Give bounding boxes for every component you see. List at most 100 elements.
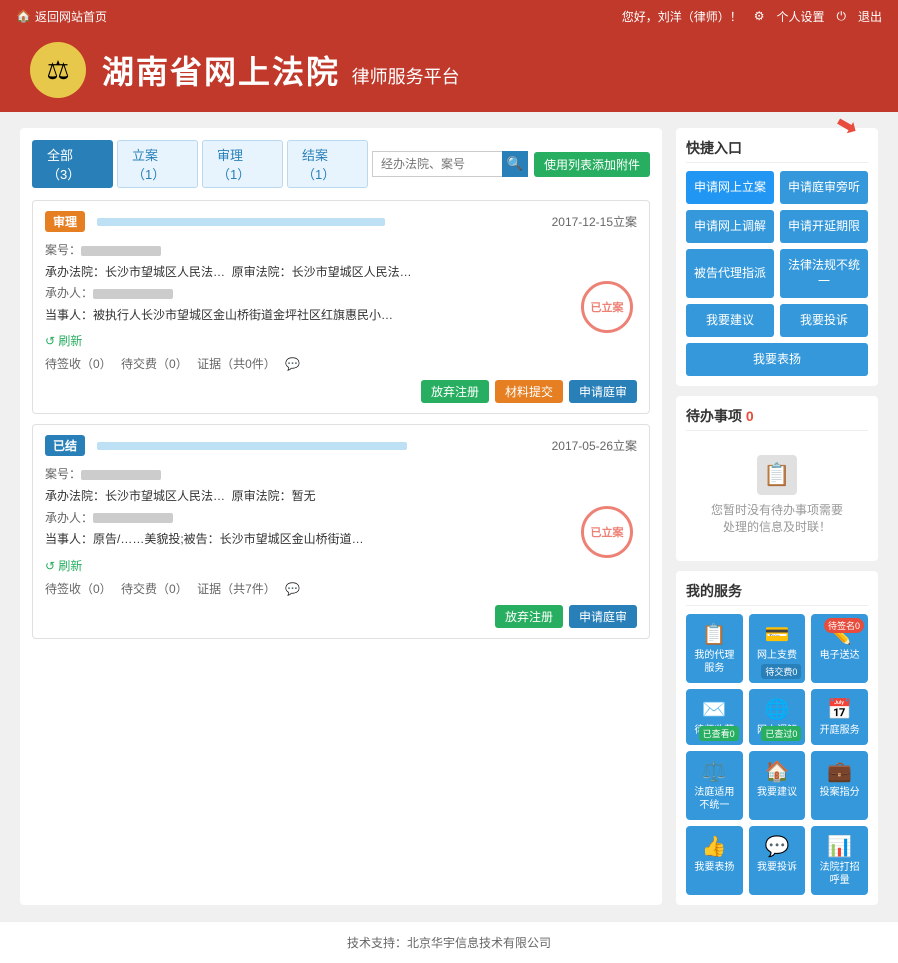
collect-badge: 已查看0 [699,726,739,741]
service-sign[interactable]: ✏️ 电子送达 待签名0 [811,614,868,683]
site-title: 湖南省网上法院 [102,54,340,90]
sign-label: 电子送达 [815,649,864,662]
agent-icon: 📋 [690,622,739,647]
agent-label: 我的代理服务 [690,649,739,675]
tab-trial[interactable]: 审理（1） [202,140,283,188]
case-status-1: 审理 [45,211,85,232]
home-link[interactable]: 返回网站首页 [35,8,107,25]
case-info-1: 案号： 承办法院：长沙市望城区人民法… 原审法院：长沙市望城区人民法… 承办人：… [45,240,637,326]
top-nav-left: 🏠 返回网站首页 [16,8,107,25]
main-content: 全部（3） 立案（1） 审理（1） 结案（1） 🔍 使用列表添加附件 审理 20… [0,112,898,921]
service-complain2[interactable]: 💬 我要投诉 [749,826,806,895]
quick-btn-praise[interactable]: 我要表扬 [686,343,868,376]
payment-label: 网上支费 [753,649,802,662]
stats-label: 法院打招呼量 [815,861,864,887]
service-online-mediation[interactable]: 🌐 网上调解 已查过0 [749,689,806,745]
pending-tasks: 待办事项 0 📋 您暂时没有待办事项需要处理的信息及时联！ [676,396,878,561]
pending-count: 0 [746,408,754,424]
use-list-button[interactable]: 使用列表添加附件 [534,152,650,177]
mediation-badge: 已查过0 [761,726,801,741]
service-court[interactable]: 📅 开庭服务 [811,689,868,745]
top-nav: 🏠 返回网站首页 您好，刘洋（律师）！ ⚙ 个人设置 ⏻ 退出 [0,0,898,32]
search-button[interactable]: 🔍 [502,151,528,177]
stats-icon: 📊 [815,834,864,859]
praise2-label: 我要表扬 [690,861,739,874]
praise2-icon: 👍 [690,834,739,859]
service-stats[interactable]: 📊 法院打招呼量 [811,826,868,895]
quick-access-title: 快捷入口 [686,138,868,163]
service-my-agent[interactable]: 📋 我的代理服务 [686,614,743,683]
collect-icon: ✉️ [690,697,739,722]
action-submit-1[interactable]: 材料提交 [495,380,563,403]
quick-btn-filing[interactable]: 申请网上立案 [686,171,774,204]
case-actions-1: 放弃注册 材料提交 申请庭审 [45,380,637,403]
header: ⚖ 湖南省网上法院 律师服务平台 [0,32,898,112]
action-abandon-1[interactable]: 放弃注册 [421,380,489,403]
logout-link[interactable]: 退出 [858,8,882,25]
case-refresh-2: ↺ 刷新 [45,557,637,574]
payment-icon: 💳 [753,622,802,647]
right-panel: ➡ 快捷入口 申请网上立案 申请庭审旁听 申请网上调解 申请开延期限 被告代理指… [676,128,878,905]
service-law-unified[interactable]: ⚖️ 法庭适用不统一 [686,751,743,820]
case-refresh-1: ↺ 刷新 [45,332,637,349]
case-card-1: 审理 2017-12-15立案 案号： 承办法院：长沙市望城区人民法… 原审法院… [32,200,650,414]
greeting-text: 您好，刘洋（律师）！ [622,8,742,25]
refresh-link-1[interactable]: ↺ 刷新 [45,332,82,349]
pending-empty-icon: 📋 [757,455,797,495]
quick-grid: 申请网上立案 申请庭审旁听 申请网上调解 申请开延期限 被告代理指派 法律法规不… [686,171,868,376]
search-bar: 🔍 使用列表添加附件 [372,151,650,177]
left-panel: 全部（3） 立案（1） 审理（1） 结案（1） 🔍 使用列表添加附件 审理 20… [20,128,662,905]
pending-empty: 📋 您暂时没有待办事项需要处理的信息及时联！ [686,439,868,551]
quick-btn-hearing[interactable]: 申请庭审旁听 [780,171,868,204]
tab-filing[interactable]: 立案（1） [117,140,198,188]
my-services-title: 我的服务 [686,581,868,606]
action-abandon-2[interactable]: 放弃注册 [495,605,563,628]
case-no-1 [81,246,161,256]
case-no-2 [81,470,161,480]
mediation-icon: 🌐 [753,697,802,722]
complain2-icon: 💬 [753,834,802,859]
quick-btn-law[interactable]: 法律法规不统一 [780,249,868,299]
action-trial-1[interactable]: 申请庭审 [569,380,637,403]
court-icon: 📅 [815,697,864,722]
refresh-link-2[interactable]: ↺ 刷新 [45,557,82,574]
my-services: 我的服务 📋 我的代理服务 💳 网上支费 待交费0 ✏️ 电子送达 待签名0 [676,571,878,905]
settings-link[interactable]: 个人设置 [776,8,824,25]
service-grid: 📋 我的代理服务 💳 网上支费 待交费0 ✏️ 电子送达 待签名0 ✉️ 律师收… [686,614,868,895]
quick-btn-complain[interactable]: 我要投诉 [780,304,868,337]
case-header-1: 审理 2017-12-15立案 [45,211,637,232]
case-stats-1: 待签收（0） 待交费（0） 证据（共0件） 💬 [45,355,637,372]
service-assign[interactable]: 💼 投案指分 [811,751,868,820]
tabs-bar: 全部（3） 立案（1） 审理（1） 结案（1） 🔍 使用列表添加附件 [32,140,650,188]
quick-btn-delay[interactable]: 申请开延期限 [780,210,868,243]
logo: ⚖ [30,42,86,98]
case-handler-1 [93,289,173,299]
quick-access: 快捷入口 申请网上立案 申请庭审旁听 申请网上调解 申请开延期限 被告代理指派 … [676,128,878,386]
settings-icon: ⚙ [754,9,765,23]
quick-btn-mediation[interactable]: 申请网上调解 [686,210,774,243]
case-info-2: 案号： 承办法院：长沙市望城区人民法… 原审法院：暂无 承办人： 当事人：原告/… [45,464,637,550]
suggest2-icon: 🏠 [753,759,802,784]
assign-label: 投案指分 [815,786,864,799]
case-card-2: 已结 2017-05-26立案 案号： 承办法院：长沙市望城区人民法… 原审法院… [32,424,650,638]
case-handler-2 [93,513,173,523]
service-suggest2[interactable]: 🏠 我要建议 [749,751,806,820]
service-payment[interactable]: 💳 网上支费 待交费0 [749,614,806,683]
assign-icon: 💼 [815,759,864,784]
case-status-2: 已结 [45,435,85,456]
quick-btn-assign[interactable]: 被告代理指派 [686,249,774,299]
tab-closed[interactable]: 结案（1） [287,140,368,188]
tab-all[interactable]: 全部（3） [32,140,113,188]
footer: 技术支持：北京华宇信息技术有限公司 [0,921,898,963]
quick-btn-suggest[interactable]: 我要建议 [686,304,774,337]
law-label: 法庭适用不统一 [690,786,739,812]
top-nav-right: 您好，刘洋（律师）！ ⚙ 个人设置 ⏻ 退出 [622,8,882,25]
site-subtitle: 律师服务平台 [352,67,460,87]
search-input[interactable] [372,151,502,177]
complain2-label: 我要投诉 [753,861,802,874]
action-trial-2[interactable]: 申请庭审 [569,605,637,628]
service-lawyer-collect[interactable]: ✉️ 律师收藏 已查看0 [686,689,743,745]
service-praise2[interactable]: 👍 我要表扬 [686,826,743,895]
law-icon: ⚖️ [690,759,739,784]
home-icon: 🏠 [16,9,31,23]
